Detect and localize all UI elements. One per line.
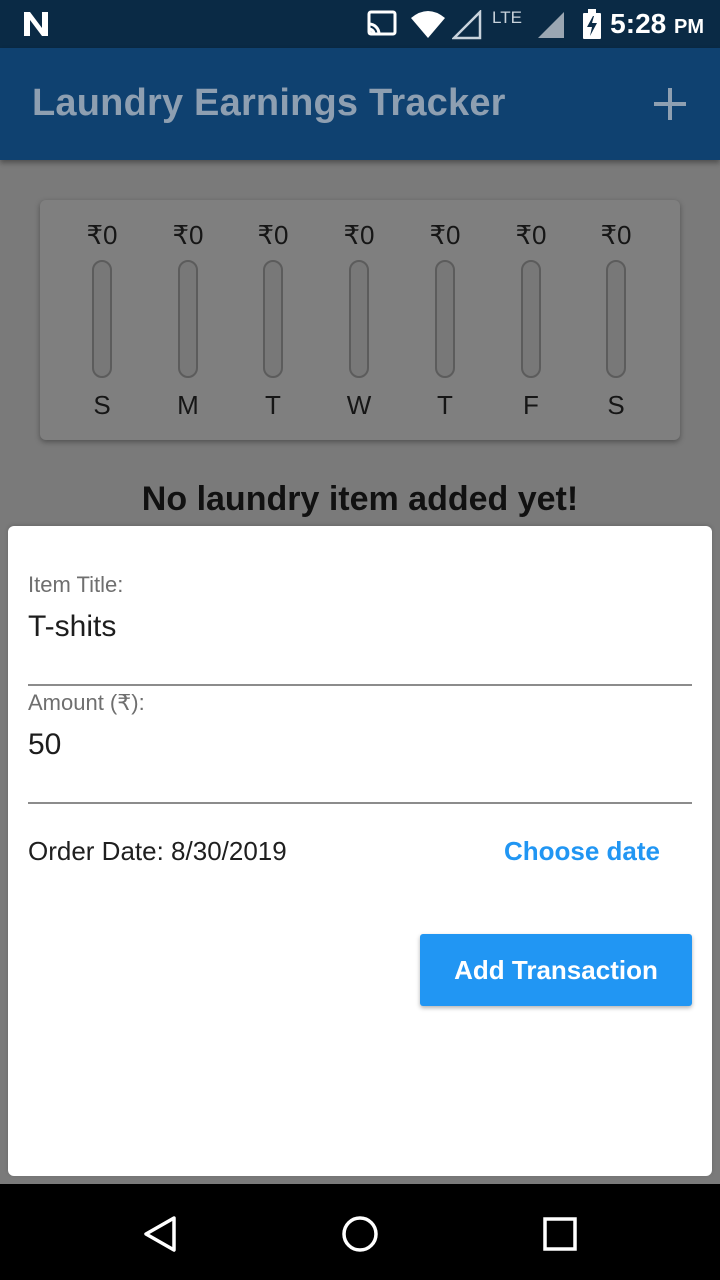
chart-day-label: T [265, 390, 281, 420]
signal-icon [452, 10, 482, 40]
chart-day-label: F [523, 390, 539, 420]
chart-day-bar [92, 260, 112, 378]
chart-day-bar [606, 260, 626, 378]
chart-day-column: ₹0 S [586, 220, 646, 430]
item-title-field: Item Title: [28, 572, 692, 686]
amount-field: Amount (₹): [28, 690, 692, 804]
wifi-icon [411, 11, 445, 38]
order-date-text: Order Date: 8/30/2019 [28, 836, 287, 866]
chart-day-label: W [346, 390, 372, 420]
empty-state-message: No laundry item added yet! [141, 480, 579, 518]
clock-ampm: PM [674, 16, 704, 38]
weekly-chart-card: ₹0 S ₹0 M ₹0 T ₹0 W ₹0 T ₹0 F ₹0 S [40, 200, 680, 440]
add-transaction-sheet: Item Title: Amount (₹): Order Date: 8/30… [8, 526, 712, 1176]
chart-day-bar [435, 260, 455, 378]
add-transaction-button[interactable]: Add Transaction [420, 934, 692, 1006]
cast-icon [367, 10, 397, 36]
clock-time: 5:28 [610, 8, 667, 39]
battery-charging-icon [583, 9, 601, 39]
chart-day-bar [349, 260, 369, 378]
item-title-input[interactable] [28, 602, 692, 652]
amount-label: Amount (₹): [28, 690, 145, 715]
network-type-label: LTE [492, 8, 522, 27]
back-icon[interactable] [138, 1212, 182, 1256]
chart-day-column: ₹0 F [501, 220, 561, 430]
chart-day-column: ₹0 M [158, 220, 218, 430]
chart-day-amount: ₹0 [86, 220, 118, 250]
status-bar: LTE 5:28 PM [0, 0, 720, 48]
signal-icon [538, 12, 564, 38]
chart-day-amount: ₹0 [515, 220, 547, 250]
chart-day-column: ₹0 W [329, 220, 389, 430]
amount-input[interactable] [28, 720, 692, 770]
chart-day-label: S [607, 390, 625, 420]
item-title-label: Item Title: [28, 572, 124, 597]
chart-day-label: M [177, 390, 199, 420]
home-icon[interactable] [338, 1212, 382, 1256]
chart-day-amount: ₹0 [600, 220, 632, 250]
chart-day-bar [521, 260, 541, 378]
plus-icon[interactable] [650, 84, 690, 124]
chart-day-label: S [93, 390, 111, 420]
chart-day-column: ₹0 T [243, 220, 303, 430]
order-date-row: Order Date: 8/30/2019 Choose date [28, 836, 692, 876]
chart-day-label: T [437, 390, 453, 420]
notification-n-icon [24, 12, 48, 36]
recents-icon[interactable] [538, 1212, 582, 1256]
chart-day-amount: ₹0 [429, 220, 461, 250]
page-title: Laundry Earnings Tracker [32, 82, 506, 124]
clock: 5:28 PM [610, 8, 704, 40]
chart-day-column: ₹0 T [415, 220, 475, 430]
chart-day-amount: ₹0 [172, 220, 204, 250]
app-bar: Laundry Earnings Tracker [0, 48, 720, 160]
chart-day-amount: ₹0 [257, 220, 289, 250]
chart-day-bar [263, 260, 283, 378]
chart-day-bar [178, 260, 198, 378]
chart-day-column: ₹0 S [72, 220, 132, 430]
choose-date-button[interactable]: Choose date [504, 836, 660, 867]
navigation-bar [0, 1184, 720, 1280]
chart-day-amount: ₹0 [343, 220, 375, 250]
